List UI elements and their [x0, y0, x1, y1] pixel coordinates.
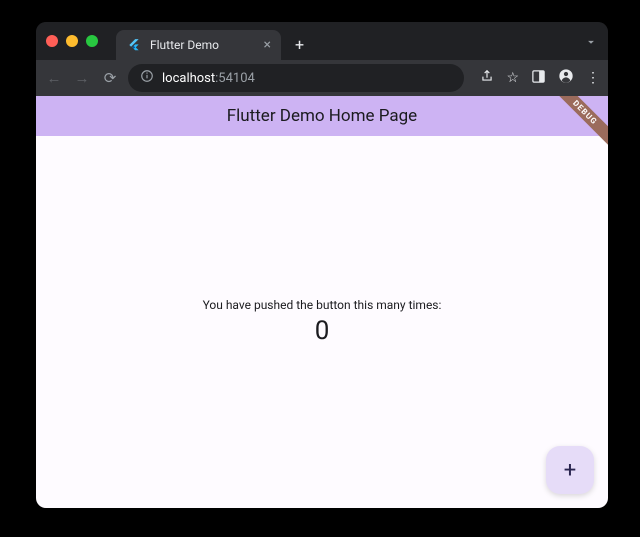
flutter-icon — [126, 37, 142, 53]
app-bar-title: Flutter Demo Home Page — [227, 106, 417, 126]
window-maximize-button[interactable] — [86, 35, 98, 47]
bookmark-star-icon[interactable]: ☆ — [506, 70, 519, 86]
tab-close-icon[interactable]: × — [264, 37, 271, 53]
traffic-lights — [46, 35, 98, 47]
profile-icon[interactable] — [558, 68, 574, 88]
reading-list-icon[interactable] — [531, 69, 546, 88]
new-tab-button[interactable]: + — [295, 35, 304, 54]
window-close-button[interactable] — [46, 35, 58, 47]
share-icon[interactable] — [480, 69, 494, 87]
increment-fab[interactable]: + — [546, 446, 594, 494]
url-host: localhost — [162, 71, 215, 86]
plus-icon: + — [564, 458, 576, 483]
window-minimize-button[interactable] — [66, 35, 78, 47]
app-bar: Flutter Demo Home Page — [36, 96, 608, 136]
counter-caption: You have pushed the button this many tim… — [203, 298, 442, 312]
app-viewport: Flutter Demo Home Page DEBUG You have pu… — [36, 96, 608, 508]
url-text: localhost:54104 — [162, 71, 255, 86]
address-bar[interactable]: localhost:54104 — [128, 64, 464, 92]
menu-icon[interactable]: ⋮ — [586, 70, 600, 86]
body-area: You have pushed the button this many tim… — [36, 136, 608, 508]
url-port: :54104 — [215, 71, 255, 86]
browser-tab[interactable]: Flutter Demo × — [116, 30, 281, 60]
forward-button[interactable]: → — [72, 69, 92, 87]
tab-strip: Flutter Demo × + — [36, 22, 608, 60]
toolbar-right: ☆ ⋮ — [480, 68, 600, 88]
tab-title: Flutter Demo — [150, 38, 256, 52]
site-info-icon[interactable] — [140, 69, 154, 87]
counter-value: 0 — [315, 316, 330, 346]
browser-toolbar: ← → ⟳ localhost:54104 ☆ ⋮ — [36, 60, 608, 96]
browser-window: Flutter Demo × + ← → ⟳ localhost:54104 ☆ — [36, 22, 608, 508]
back-button[interactable]: ← — [44, 69, 64, 87]
tabs-dropdown-icon[interactable] — [584, 34, 598, 53]
reload-button[interactable]: ⟳ — [100, 69, 120, 87]
